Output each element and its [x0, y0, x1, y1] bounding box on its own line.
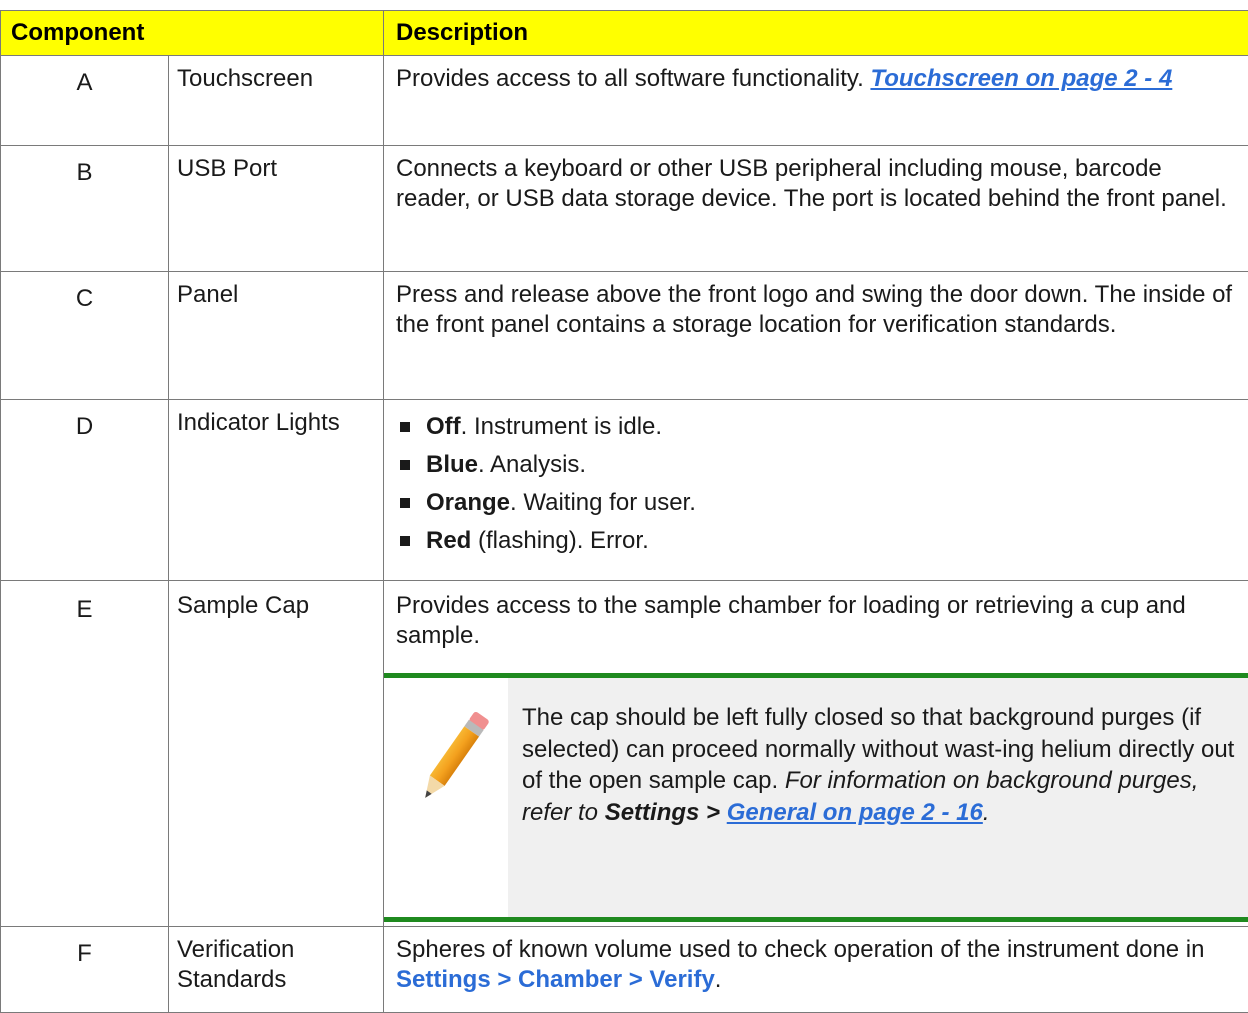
verify-link[interactable]: Settings > Chamber > Verify — [396, 966, 715, 993]
component-name: Sample Cap — [169, 581, 384, 927]
component-letter: B — [1, 146, 169, 272]
bullet-icon — [400, 536, 410, 546]
component-letter: C — [1, 272, 169, 400]
table-row: D Indicator Lights Off. Instrument is id… — [1, 400, 1248, 581]
bullet-icon — [400, 498, 410, 508]
list-item: Blue. Analysis. — [396, 450, 1238, 488]
light-meaning: . Analysis. — [478, 451, 586, 478]
component-letter: F — [1, 927, 169, 1013]
component-name: Panel — [169, 272, 384, 400]
indicator-lights-list: Off. Instrument is idle. Blue. Analysis.… — [396, 400, 1238, 564]
component-letter: A — [1, 56, 169, 146]
table-row: B USB Port Connects a keyboard or other … — [1, 146, 1248, 272]
component-description: Press and release above the front logo a… — [384, 272, 1248, 400]
list-item: Red (flashing). Error. — [396, 526, 1238, 564]
component-letter: E — [1, 581, 169, 927]
general-settings-link[interactable]: General on page 2 - 16 — [727, 799, 983, 826]
component-description: Spheres of known volume used to check op… — [384, 927, 1248, 1013]
component-name: Touchscreen — [169, 56, 384, 146]
light-meaning: (flashing). Error. — [471, 527, 648, 554]
table-row: C Panel Press and release above the fron… — [1, 272, 1248, 400]
component-description: Connects a keyboard or other USB periphe… — [384, 146, 1248, 272]
component-letter: D — [1, 400, 169, 581]
list-item: Off. Instrument is idle. — [396, 412, 1238, 450]
note-bold-ref: Settings > — [605, 799, 727, 826]
light-state: Off — [426, 413, 461, 440]
component-description: Off. Instrument is idle. Blue. Analysis.… — [384, 400, 1248, 581]
light-state: Blue — [426, 451, 478, 478]
list-item: Orange. Waiting for user. — [396, 488, 1238, 526]
table-row: A Touchscreen Provides access to all sof… — [1, 56, 1248, 146]
bullet-icon — [400, 422, 410, 432]
touchscreen-link[interactable]: Touchscreen on page 2 - 4 — [870, 65, 1172, 92]
light-meaning: . Instrument is idle. — [461, 413, 662, 440]
light-meaning: . Waiting for user. — [510, 489, 696, 516]
header-component: Component — [1, 11, 384, 56]
component-description: Provides access to the sample chamber fo… — [384, 581, 1248, 927]
light-state: Orange — [426, 489, 510, 516]
light-state: Red — [426, 527, 471, 554]
description-text: Provides access to all software function… — [396, 65, 870, 92]
component-name: Indicator Lights — [169, 400, 384, 581]
table-header-row: Component Description — [1, 11, 1248, 56]
component-name: USB Port — [169, 146, 384, 272]
bullet-icon — [400, 460, 410, 470]
description-text: Provides access to the sample chamber fo… — [396, 591, 1238, 651]
component-table: Component Description A Touchscreen Prov… — [0, 10, 1248, 1013]
note-end: . — [983, 799, 990, 826]
table-row: F Verification Standards Spheres of know… — [1, 927, 1248, 1013]
component-description: Provides access to all software function… — [384, 56, 1248, 146]
table-row: E Sample Cap Provides access to the samp… — [1, 581, 1248, 927]
description-end: . — [715, 966, 722, 993]
component-name: Verification Standards — [169, 927, 384, 1013]
note-box: The cap should be left fully closed so t… — [384, 673, 1248, 922]
header-description: Description — [384, 11, 1248, 56]
pencil-icon — [410, 706, 492, 816]
note-text: The cap should be left fully closed so t… — [508, 678, 1248, 917]
